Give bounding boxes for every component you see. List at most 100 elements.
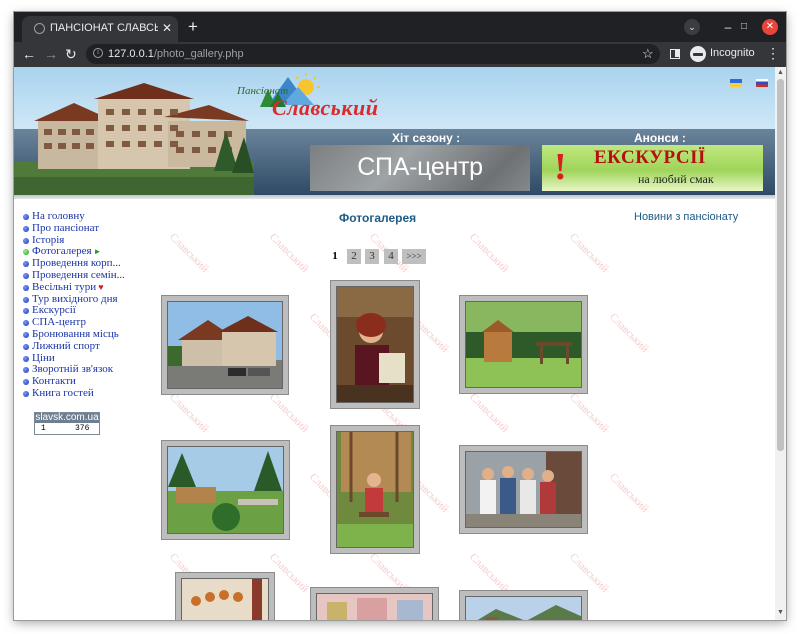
excursions-banner[interactable]: ! ЕКСКУРСІЇ на любий смак [542, 145, 763, 191]
site-logo[interactable]: Пансіонат Славський [236, 71, 378, 127]
watermark-text: Славський [607, 471, 651, 515]
russian-flag-icon[interactable] [756, 79, 768, 87]
gallery-photo[interactable] [459, 445, 588, 534]
gallery-photo[interactable] [459, 590, 588, 620]
globe-icon [34, 23, 45, 34]
gallery-photo[interactable] [330, 280, 420, 409]
photo-interior-plates [181, 578, 269, 620]
bullet-icon [23, 272, 29, 279]
bullet-icon [23, 367, 29, 374]
counter-site-label: slavsk.com.ua [35, 412, 99, 423]
photo-room-interior [316, 593, 433, 620]
page-link-2[interactable]: 2 [347, 249, 361, 264]
site-header: Пансіонат Славський Хіт сезону : Анонси … [14, 67, 775, 195]
gallery-photo[interactable] [161, 440, 290, 540]
scroll-down-arrow-icon[interactable]: ▼ [777, 609, 784, 616]
gallery-photo[interactable] [161, 295, 289, 395]
bullet-icon [23, 296, 29, 303]
menu-item-label: Екскурсії [32, 304, 76, 317]
watermark-text: Славський [267, 391, 311, 435]
maximize-icon[interactable]: □ [736, 19, 752, 35]
back-arrow-icon[interactable]: ← [22, 46, 36, 62]
photo-woman-with-book [336, 286, 414, 403]
chevron-down-icon[interactable]: ⌄ [684, 19, 700, 35]
bullet-icon [23, 390, 29, 397]
side-menu: На головну Про пансіонат Історія Фотогалере… [22, 210, 125, 400]
exclamation-icon: ! [554, 146, 567, 188]
bullet-icon [23, 261, 29, 268]
bullet-icon [23, 249, 29, 256]
photo-girl-on-swing [336, 431, 414, 548]
bullet-icon [23, 225, 29, 232]
gallery-photo[interactable] [459, 295, 588, 394]
menu-item-label: На головну [32, 210, 85, 222]
excursions-banner-subtitle: на любий смак [638, 172, 714, 186]
menu-item-label: Історія [32, 233, 65, 246]
visit-counter[interactable]: slavsk.com.ua 1 376 [34, 412, 100, 435]
page-link-4[interactable]: 4 [384, 249, 398, 264]
scrollbar-thumb[interactable] [777, 79, 784, 451]
new-tab-button[interactable]: + [184, 18, 202, 36]
tab-strip: ПАНСІОНАТ СЛАВСЬКИЙ ✕ + ⌄ – □ ✕ [14, 12, 786, 42]
reload-icon[interactable]: ↻ [65, 46, 77, 62]
incognito-icon[interactable] [690, 46, 706, 62]
menu-item-label: Тур вихідного дня [32, 292, 118, 305]
bullet-icon [23, 355, 29, 362]
tab-title: ПАНСІОНАТ СЛАВСЬКИЙ [50, 22, 158, 34]
page-link-3[interactable]: 3 [365, 249, 379, 264]
counter-values: 1 376 [35, 424, 99, 434]
announcements-label: Анонси : [634, 131, 686, 145]
menu-item-label: Контакти [32, 375, 76, 388]
spa-banner-text: СПА-центр [357, 153, 483, 181]
bullet-icon [23, 214, 29, 220]
photo-playground [167, 446, 284, 534]
excursions-banner-title: ЕКСКУРСІЇ [594, 147, 706, 168]
hit-season-label: Хіт сезону : [392, 131, 461, 145]
watermark-text: Славський [267, 231, 311, 275]
watermark-text: Славський [467, 391, 511, 435]
forward-arrow-icon[interactable]: → [44, 46, 58, 62]
watermark-text: Славський [467, 231, 511, 275]
ukrainian-flag-icon[interactable] [730, 79, 742, 87]
menu-item-label: Про пансіонат [32, 221, 100, 234]
gallery-photo[interactable] [175, 572, 275, 620]
page-current: 1 [328, 249, 342, 264]
bookmark-star-icon[interactable]: ☆ [642, 46, 654, 62]
more-menu-icon[interactable]: ⋮ [766, 45, 780, 62]
menu-item[interactable]: Книга гостей [22, 387, 125, 400]
menu-item-label: Зворотній зв'язок [32, 363, 114, 376]
browser-tab[interactable]: ПАНСІОНАТ СЛАВСЬКИЙ ✕ [22, 16, 178, 42]
header-divider [14, 195, 775, 199]
side-panel-icon[interactable] [670, 49, 680, 59]
spa-center-banner[interactable]: СПА-центр [310, 145, 530, 191]
watermark-text: Славський [567, 231, 611, 275]
page-title: Фотогалерея [339, 211, 417, 225]
bullet-icon [23, 343, 29, 350]
gallery-photo[interactable] [310, 587, 439, 620]
photo-hotel-exterior [167, 301, 283, 389]
photo-mountain-landscape [465, 596, 582, 620]
bullet-icon [23, 237, 29, 244]
watermark-text: Славський [607, 311, 651, 355]
info-icon[interactable]: i [93, 48, 103, 58]
minimize-icon[interactable]: – [720, 19, 736, 35]
heart-icon: ♥ [98, 281, 104, 292]
bullet-icon [23, 308, 29, 315]
close-tab-icon[interactable]: ✕ [162, 21, 172, 35]
news-link[interactable]: Новини з пансіонату [634, 211, 738, 223]
gallery-photo[interactable] [330, 425, 420, 554]
photo-group-of-people [465, 451, 582, 528]
menu-item-label: Проведення семін... [32, 268, 125, 281]
close-window-icon[interactable]: ✕ [762, 19, 778, 35]
watermark-text: Славський [567, 391, 611, 435]
page-viewport: Славський Славський Славський Славський Слав… [14, 67, 786, 620]
vertical-scrollbar[interactable]: ▲ ▼ [775, 67, 786, 620]
url-text[interactable]: 127.0.0.1/photo_gallery.php [108, 48, 244, 60]
incognito-label[interactable]: Incognito [710, 47, 755, 59]
page-next-link[interactable]: >>> [402, 249, 426, 264]
scroll-up-arrow-icon[interactable]: ▲ [777, 69, 784, 76]
logo-big-text: Славський [272, 95, 379, 120]
address-bar[interactable]: i 127.0.0.1/photo_gallery.php ☆ [86, 44, 660, 64]
menu-item-label: Лижний спорт [32, 339, 100, 352]
menu-item-label: Бронювання місць [32, 327, 119, 340]
